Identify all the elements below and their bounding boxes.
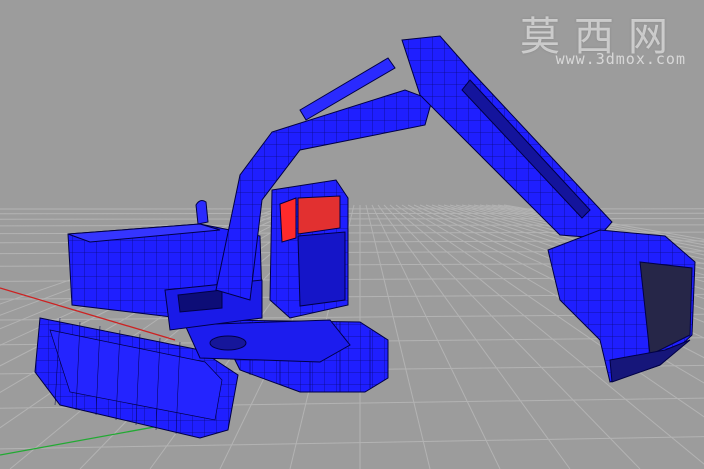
excavator-model[interactable]: [34, 35, 696, 439]
excavator-bucket[interactable]: [547, 229, 696, 383]
exhaust-pipe: [195, 200, 209, 225]
cab-window-red: [279, 197, 297, 243]
viewport-canvas[interactable]: [0, 0, 704, 469]
undercarriage[interactable]: [184, 319, 351, 363]
3d-viewport[interactable]: 莫西网 www.3dmox.com: [0, 0, 704, 469]
slewing-ring: [209, 335, 247, 351]
watermark-url: www.3dmox.com: [555, 50, 686, 68]
cab-window-front: [297, 195, 341, 235]
operator-cab[interactable]: [269, 179, 349, 319]
